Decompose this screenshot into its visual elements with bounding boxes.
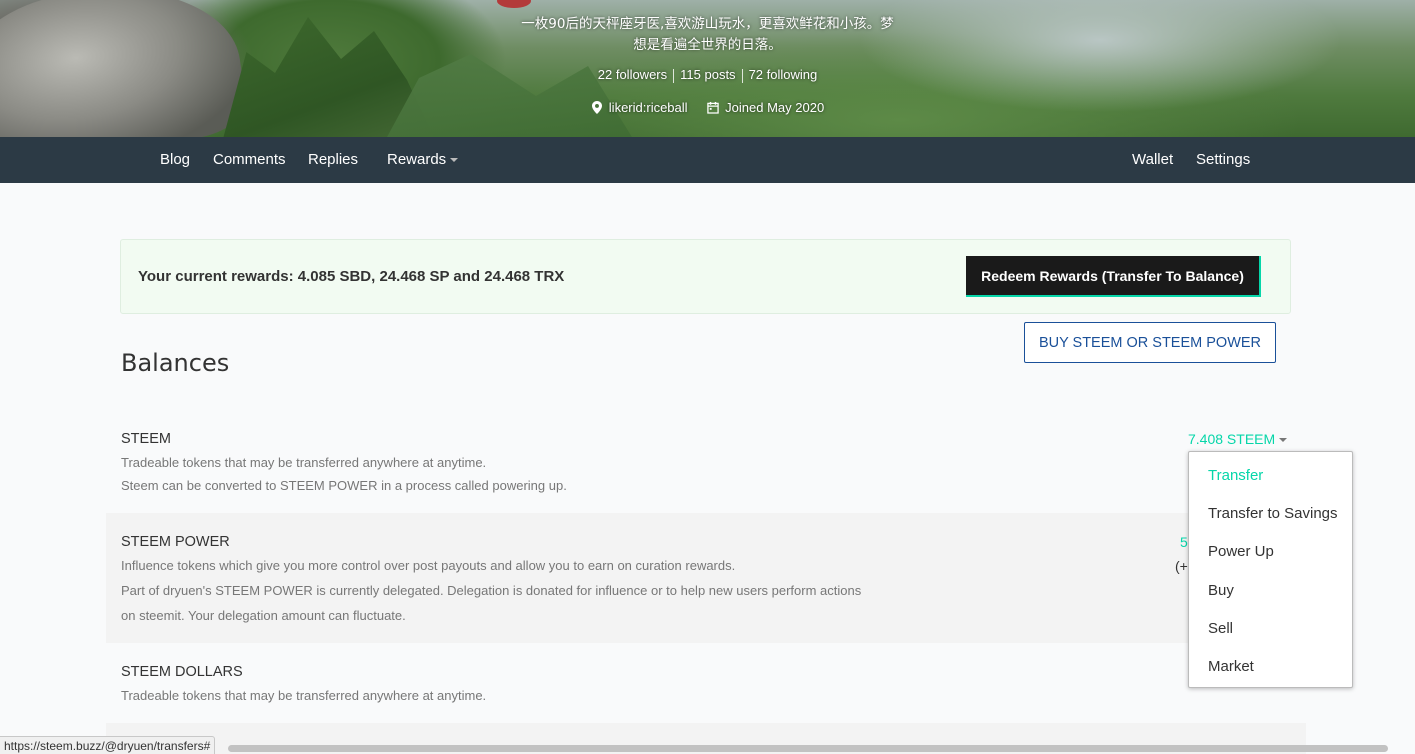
- calendar-icon: [707, 101, 719, 114]
- steem-power-amount[interactable]: 5: [1180, 534, 1188, 550]
- balances-heading: Balances: [121, 349, 230, 377]
- current-rewards-text: Your current rewards: 4.085 SBD, 24.468 …: [138, 268, 565, 285]
- user-nav-bar: Blog Comments Replies Rewards Wallet Set…: [0, 137, 1415, 183]
- menu-item-market[interactable]: Market: [1208, 658, 1254, 675]
- balance-row-steem-dollars: STEEM DOLLARS Tradeable tokens that may …: [106, 643, 1306, 723]
- menu-item-power-up[interactable]: Power Up: [1208, 543, 1274, 560]
- balance-desc-1: Tradeable tokens that may be transferred…: [121, 455, 487, 470]
- map-pin-icon: [591, 101, 602, 114]
- nav-rewards[interactable]: Rewards: [387, 151, 459, 168]
- caret-down-icon: [1279, 438, 1288, 443]
- nav-wallet[interactable]: Wallet: [1132, 151, 1173, 168]
- balance-desc-2: Part of dryuen's STEEM POWER is currentl…: [121, 583, 862, 598]
- followers-link[interactable]: 22 followers: [592, 67, 673, 82]
- redeem-rewards-button[interactable]: Redeem Rewards (Transfer To Balance): [966, 256, 1261, 297]
- steem-actions-menu: Transfer Transfer to Savings Power Up Bu…: [1188, 451, 1353, 688]
- steem-amount: 7.408 STEEM: [1188, 431, 1276, 447]
- avatar[interactable]: [497, 0, 531, 8]
- profile-stats: 22 followers 115 posts 72 following: [0, 67, 1415, 83]
- menu-item-transfer-to-savings[interactable]: Transfer to Savings: [1208, 505, 1338, 522]
- bio-line-1: 一枚90后的天枰座牙医,喜欢游山玩水，更喜欢鲜花和小孩。梦: [521, 16, 894, 32]
- menu-item-buy[interactable]: Buy: [1208, 582, 1234, 599]
- balance-row-steem-power: STEEM POWER Influence tokens which give …: [106, 513, 1306, 643]
- nav-rewards-label: Rewards: [387, 151, 447, 168]
- link-status-bar: https://steem.buzz/@dryuen/transfers#: [0, 736, 216, 754]
- balance-row-steem: STEEM Tradeable tokens that may be trans…: [106, 420, 1306, 513]
- bio-line-2: 想是看遍全世界的日落。: [633, 37, 782, 53]
- buy-steem-button[interactable]: BUY STEEM OR STEEM POWER: [1024, 322, 1276, 363]
- rewards-callout: Your current rewards: 4.085 SBD, 24.468 …: [120, 239, 1291, 314]
- joined-text: Joined May 2020: [725, 100, 825, 115]
- horizontal-scrollbar[interactable]: [228, 745, 1388, 752]
- balance-name: STEEM POWER: [121, 534, 230, 550]
- nav-replies[interactable]: Replies: [308, 151, 358, 168]
- balance-name: STEEM: [121, 431, 171, 447]
- following-link[interactable]: 72 following: [743, 67, 824, 82]
- balance-desc-1: Influence tokens which give you more con…: [121, 558, 736, 573]
- balance-desc-1: Tradeable tokens that may be transferred…: [121, 688, 487, 703]
- nav-comments[interactable]: Comments: [213, 151, 286, 168]
- chevron-down-icon: [450, 158, 459, 163]
- steem-power-delegated: (+: [1175, 558, 1188, 574]
- steem-amount-dropdown[interactable]: 7.408 STEEM: [1188, 431, 1288, 447]
- balance-desc-2: Steem can be converted to STEEM POWER in…: [121, 478, 567, 493]
- profile-meta: likerid:riceball Joined May 2020: [0, 100, 1415, 117]
- nav-blog[interactable]: Blog: [160, 151, 190, 168]
- menu-item-transfer[interactable]: Transfer: [1208, 467, 1263, 484]
- nav-settings[interactable]: Settings: [1196, 151, 1250, 168]
- menu-item-sell[interactable]: Sell: [1208, 620, 1233, 637]
- balance-desc-3: on steemit. Your delegation amount can f…: [121, 608, 406, 623]
- profile-bio: 一枚90后的天枰座牙医,喜欢游山玩水，更喜欢鲜花和小孩。梦 想是看遍全世界的日落…: [495, 14, 920, 56]
- balance-name: STEEM DOLLARS: [121, 664, 243, 680]
- location-text: likerid:riceball: [608, 100, 688, 115]
- posts-link[interactable]: 115 posts: [674, 67, 741, 82]
- profile-joined: Joined May 2020: [699, 100, 832, 115]
- profile-location: likerid:riceball: [583, 100, 696, 115]
